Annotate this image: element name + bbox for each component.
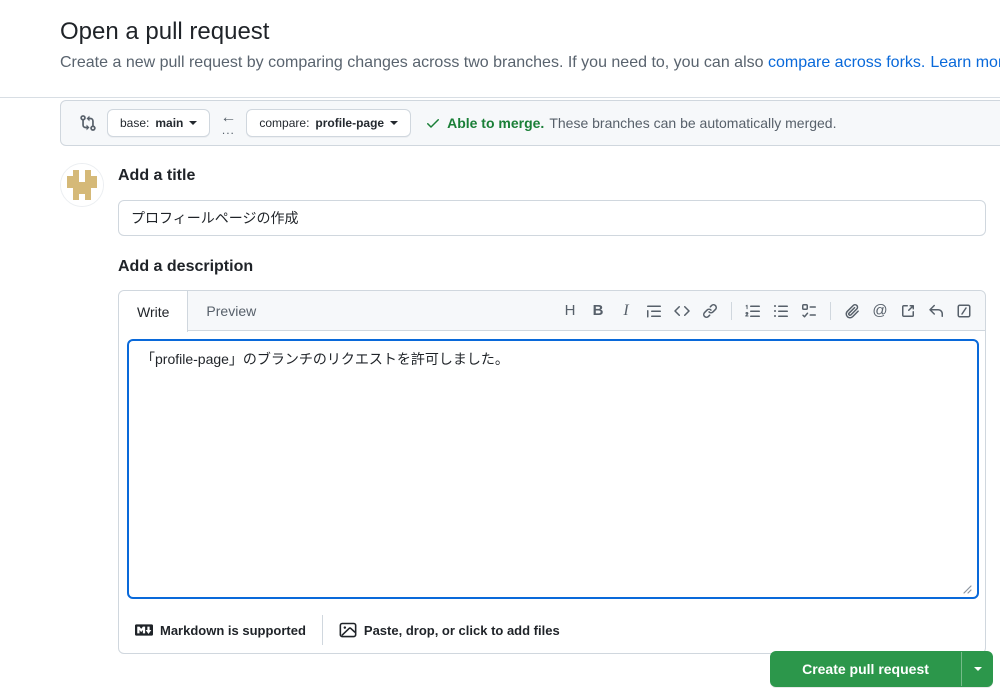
editor-footer: Markdown is supported Paste, drop, or cl… [119, 607, 985, 653]
subtitle-text: Create a new pull request by comparing c… [60, 54, 768, 71]
chevron-down-icon [390, 121, 399, 125]
bold-icon[interactable]: B [585, 298, 611, 324]
editor-content: 「profile-page」のブランチのリクエストを許可しました。 [119, 331, 985, 607]
description-editor: Write Preview H B I @ 「profile-page」のブラン… [118, 290, 986, 654]
saved-replies-icon[interactable] [923, 298, 949, 324]
toolbar-divider [731, 301, 732, 320]
chevron-down-icon [973, 667, 982, 671]
diff-direction: ← ... [220, 110, 236, 137]
page-title: Open a pull request [60, 18, 270, 45]
add-description-heading: Add a description [118, 258, 254, 275]
image-icon [339, 622, 357, 638]
add-title-heading: Add a title [118, 167, 196, 184]
create-pull-request-label[interactable]: Create pull request [770, 651, 961, 687]
compare-label: compare: [259, 116, 310, 130]
mention-icon[interactable]: @ [867, 298, 893, 324]
compare-branch-name: profile-page [315, 116, 385, 130]
header-divider [0, 97, 1000, 98]
add-files-button[interactable]: Paste, drop, or click to add files [331, 621, 568, 639]
tab-preview[interactable]: Preview [188, 291, 274, 330]
open-pull-request-page: Open a pull request Create a new pull re… [0, 0, 1000, 695]
toolbar-divider [830, 301, 831, 320]
learn-more-link[interactable]: Learn more about diff comparisons. [930, 54, 1000, 71]
create-options-dropdown[interactable] [962, 651, 993, 687]
markdown-icon [135, 624, 153, 636]
ellipsis-icon: ... [221, 123, 235, 137]
markdown-supported-label: Markdown is supported [160, 622, 306, 638]
git-compare-icon [79, 114, 97, 132]
cross-reference-icon[interactable] [895, 298, 921, 324]
base-label: base: [120, 116, 150, 130]
compare-branch-selector[interactable]: compare: profile-page [246, 109, 412, 137]
quote-icon[interactable] [641, 298, 667, 324]
merge-status-detail: These branches can be automatically merg… [549, 115, 837, 131]
check-icon [427, 119, 440, 128]
compare-across-forks-link[interactable]: compare across forks. [768, 54, 925, 71]
base-branch-selector[interactable]: base: main [107, 109, 211, 137]
code-icon[interactable] [669, 298, 695, 324]
heading-icon[interactable]: H [557, 298, 583, 324]
bullet-list-icon[interactable] [768, 298, 794, 324]
italic-icon[interactable]: I [613, 298, 639, 324]
attach-file-icon[interactable] [839, 298, 865, 324]
page-subtitle: Create a new pull request by comparing c… [60, 54, 1000, 72]
markdown-supported-button[interactable]: Markdown is supported [127, 621, 314, 639]
title-input[interactable] [118, 200, 986, 236]
add-files-label: Paste, drop, or click to add files [363, 622, 560, 638]
slash-commands-icon[interactable] [951, 298, 977, 324]
task-list-icon[interactable] [796, 298, 822, 324]
editor-tab-bar: Write Preview H B I @ [119, 291, 985, 332]
link-icon[interactable] [697, 298, 723, 324]
create-pull-request-button[interactable]: Create pull request [770, 651, 993, 687]
base-branch-name: main [155, 116, 184, 130]
chevron-down-icon [189, 121, 198, 125]
avatar [60, 163, 104, 207]
description-textarea[interactable]: 「profile-page」のブランチのリクエストを許可しました。 [127, 339, 979, 599]
merge-status-text: Able to merge. [447, 115, 545, 131]
tab-write[interactable]: Write [119, 291, 189, 332]
branch-compare-bar: base: main ← ... compare: profile-page A… [60, 100, 1000, 146]
numbered-list-icon[interactable] [740, 298, 766, 324]
merge-status: Able to merge. These branches can be aut… [425, 115, 837, 131]
footer-divider [321, 615, 323, 645]
editor-toolbar: H B I @ [557, 291, 985, 330]
